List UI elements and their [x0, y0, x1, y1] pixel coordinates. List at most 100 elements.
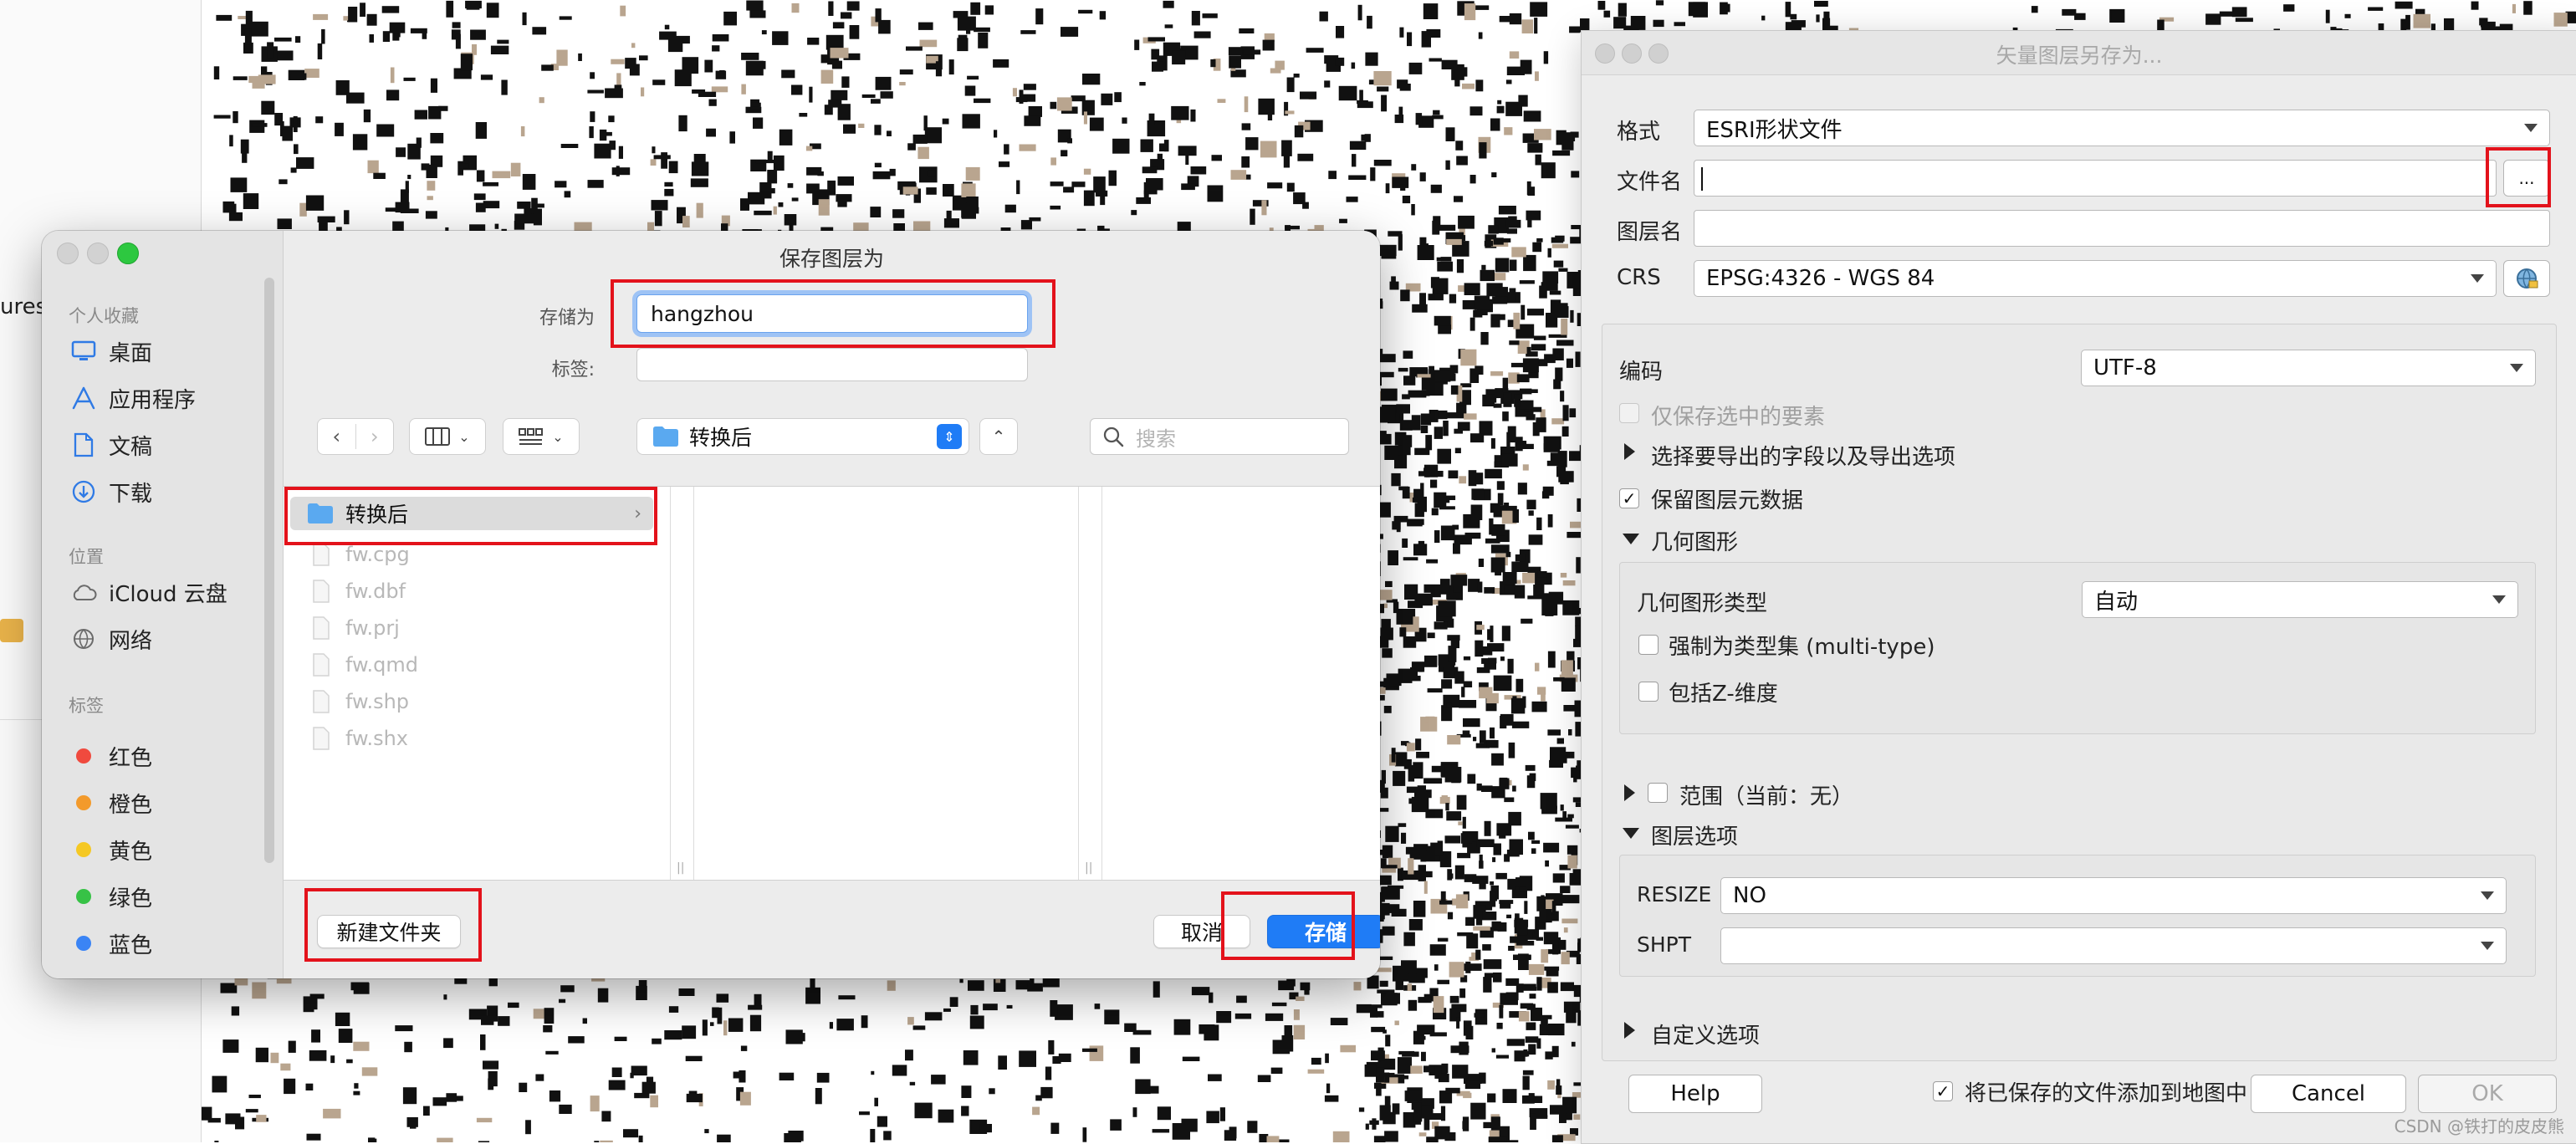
chevron-right-icon[interactable]: ›: [355, 425, 393, 448]
column-resize-handle[interactable]: ||: [677, 861, 684, 875]
geometry-type-value: 自动: [2094, 585, 2138, 615]
sidebar-item-tag[interactable]: 紫色: [69, 972, 152, 978]
expand-arrow-icon[interactable]: [1624, 784, 1635, 801]
ok-button[interactable]: OK: [2418, 1075, 2557, 1113]
column-resize-handle[interactable]: ||: [1085, 861, 1092, 875]
folder-icon: [652, 426, 679, 447]
file-icon: [309, 580, 334, 603]
location-popup[interactable]: 转换后 ⇕: [636, 418, 969, 455]
encoding-combo[interactable]: UTF-8: [2081, 350, 2536, 386]
new-folder-button[interactable]: 新建文件夹: [317, 915, 461, 948]
folder-row-selected[interactable]: 转换后 ›: [290, 497, 653, 530]
filename-input[interactable]: [1694, 160, 2497, 197]
back-forward-control[interactable]: ‹ ›: [317, 418, 394, 455]
layer-options-header[interactable]: 图层选项: [1651, 820, 1738, 850]
sidebar-item-label: 桌面: [109, 336, 152, 367]
save-as-value: hangzhou: [651, 302, 754, 326]
cancel-button[interactable]: 取消: [1153, 915, 1250, 948]
sidebar-item-tag[interactable]: 橙色: [69, 784, 152, 821]
file-name: fw.cpg: [345, 543, 410, 566]
shpt-combo[interactable]: [1720, 927, 2507, 964]
geometry-section-header[interactable]: 几何图形: [1651, 525, 1738, 556]
search-field[interactable]: 搜索: [1090, 418, 1349, 455]
column-divider: [693, 487, 694, 880]
browse-button[interactable]: ...: [2503, 160, 2550, 197]
file-browser[interactable]: 转换后 › fw.cpg fw.dbf fw.prj fw.qmd fw.shp fw.s…: [284, 486, 1380, 881]
persist-metadata-label: 保留图层元数据: [1651, 483, 1803, 514]
persist-metadata-checkbox[interactable]: ✓: [1619, 488, 1639, 508]
panel-partial-text: ures: [0, 294, 47, 319]
crs-combo[interactable]: EPSG:4326 - WGS 84: [1694, 260, 2497, 297]
crs-select-button[interactable]: [2503, 260, 2550, 297]
tag-dot-icon: [69, 889, 99, 904]
chevron-left-icon[interactable]: ‹: [318, 425, 355, 448]
sidebar-item-documents[interactable]: 文稿: [69, 426, 152, 463]
geometry-group: 几何图形类型 自动 强制为类型集 (multi-type) 包括Z-维度: [1619, 562, 2536, 734]
sidebar-item-tag[interactable]: 黄色: [69, 831, 152, 868]
sidebar-item-icloud[interactable]: iCloud 云盘: [69, 574, 227, 610]
include-z-checkbox[interactable]: [1638, 682, 1659, 702]
sidebar-item-applications[interactable]: 应用程序: [69, 380, 196, 416]
file-row: fw.dbf: [309, 575, 406, 607]
applications-icon: [69, 386, 99, 411]
sidebar-item-tag[interactable]: 红色: [69, 738, 152, 774]
collapse-button[interactable]: ⌃: [979, 418, 1018, 455]
zoom-dot-icon[interactable]: [117, 243, 139, 264]
format-value: ESRI形状文件: [1706, 113, 1843, 144]
sidebar-scrollbar[interactable]: [264, 278, 274, 863]
add-to-map-checkbox[interactable]: ✓: [1933, 1081, 1953, 1101]
sidebar-item-network[interactable]: 网络: [69, 621, 152, 657]
sidebar-item-label: iCloud 云盘: [109, 577, 227, 608]
globe-icon: [2514, 266, 2539, 291]
resize-combo[interactable]: NO: [1720, 877, 2507, 914]
expand-arrow-icon[interactable]: [1624, 1022, 1635, 1039]
layer-options-group: RESIZE NO SHPT: [1619, 855, 2536, 977]
select-fields-section[interactable]: 选择要导出的字段以及导出选项: [1651, 440, 1955, 471]
layername-input[interactable]: [1694, 210, 2550, 247]
collapse-arrow-icon[interactable]: [1623, 534, 1639, 544]
geometry-type-combo[interactable]: 自动: [2082, 581, 2518, 618]
extent-checkbox[interactable]: [1648, 783, 1668, 803]
save-button[interactable]: 存储: [1267, 915, 1380, 948]
sidebar-item-downloads[interactable]: 下载: [69, 473, 152, 510]
cancel-button[interactable]: Cancel: [2251, 1075, 2406, 1113]
tags-input[interactable]: [636, 348, 1028, 381]
expand-arrow-icon[interactable]: [1624, 443, 1635, 460]
checkmark-icon: ✓: [1936, 1081, 1950, 1101]
layername-label: 图层名: [1617, 215, 1682, 246]
format-combo[interactable]: ESRI形状文件: [1694, 110, 2550, 146]
file-icon: [309, 727, 334, 750]
force-multi-checkbox[interactable]: [1638, 635, 1659, 655]
updown-chevron-icon: ⇕: [937, 424, 962, 449]
help-button[interactable]: Help: [1628, 1075, 1762, 1113]
collapse-arrow-icon[interactable]: [1623, 828, 1639, 839]
layer-icon[interactable]: [0, 619, 23, 642]
sidebar-item-tag[interactable]: 蓝色: [69, 925, 152, 962]
filename-label: 文件名: [1617, 165, 1682, 196]
tags-header: 标签: [69, 692, 104, 718]
chevron-down-icon: ⌄: [552, 429, 563, 445]
column-divider[interactable]: [1078, 487, 1079, 880]
save-as-input[interactable]: hangzhou: [636, 294, 1028, 333]
save-selected-label: 仅保存选中的要素: [1651, 400, 1825, 431]
close-dot-icon[interactable]: [57, 243, 79, 264]
save-selected-checkbox[interactable]: [1619, 403, 1639, 423]
chevron-down-icon: [2510, 364, 2523, 372]
resize-value: NO: [1733, 883, 1766, 908]
minimize-dot-icon[interactable]: [87, 243, 109, 264]
file-row: fw.shp: [309, 686, 409, 718]
custom-options-section[interactable]: 自定义选项: [1651, 1019, 1760, 1050]
qgis-dialog-title: 矢量图层另存为...: [1582, 39, 2576, 69]
view-mode-control[interactable]: ⌄: [409, 418, 486, 455]
file-name: fw.qmd: [345, 653, 418, 677]
column-divider[interactable]: [670, 487, 671, 880]
group-by-control[interactable]: ⌄: [503, 418, 580, 455]
save-dialog-title: 保存图层为: [284, 243, 1380, 273]
sidebar-item-tag[interactable]: 绿色: [69, 878, 152, 915]
crs-label: CRS: [1617, 265, 1661, 290]
desktop-icon: [69, 340, 99, 362]
file-name: fw.prj: [345, 616, 400, 640]
file-row: fw.shx: [309, 723, 408, 754]
sidebar-item-desktop[interactable]: 桌面: [69, 333, 152, 370]
checkmark-icon: ✓: [1623, 488, 1637, 508]
